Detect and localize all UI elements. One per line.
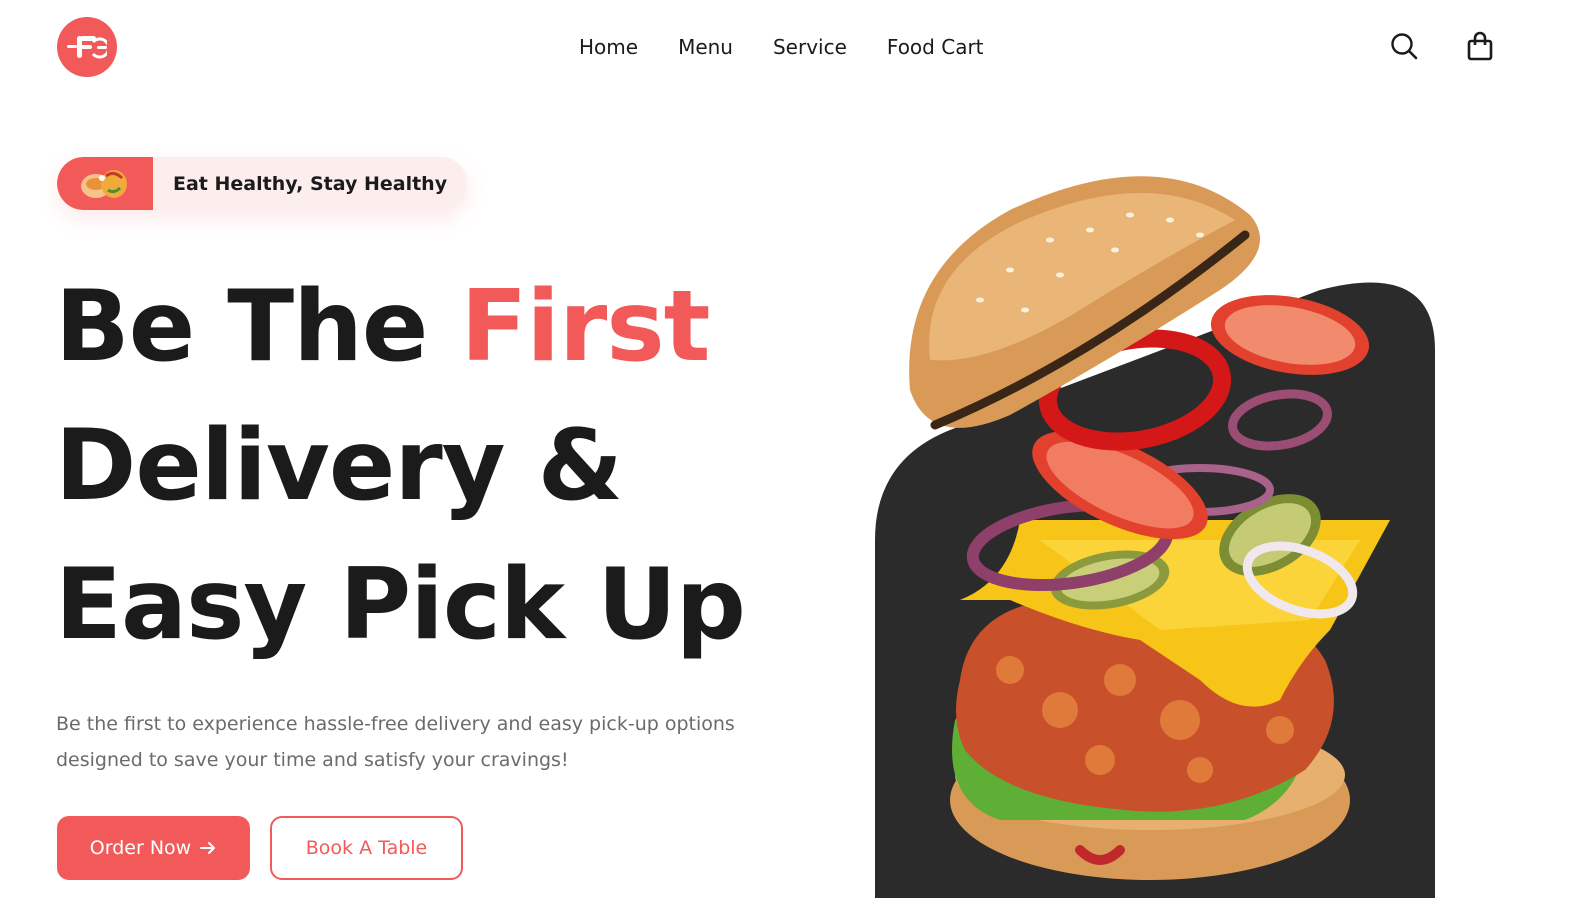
arrow-right-icon	[200, 842, 216, 854]
headline-line-3: Easy Pick Up	[55, 548, 746, 662]
main-nav: Home Menu Service Food Cart	[579, 33, 984, 61]
food-thumbnail-icon	[81, 169, 127, 198]
headline-accent: First	[460, 270, 710, 384]
search-button[interactable]	[1389, 30, 1419, 62]
tagline-pill: Eat Healthy, Stay Healthy	[57, 157, 467, 210]
tagline-text: Eat Healthy, Stay Healthy	[173, 172, 448, 195]
burger-illustration	[875, 176, 1435, 898]
nav-home[interactable]: Home	[579, 33, 638, 61]
nav-food-cart[interactable]: Food Cart	[887, 33, 984, 61]
headline-line-2: Delivery &	[55, 409, 623, 523]
order-now-label: Order Now	[89, 837, 192, 859]
book-table-button[interactable]: Book A Table	[270, 816, 463, 880]
hero-headline: Be The First Delivery & Easy Pick Up	[55, 258, 815, 675]
fork-logo-icon	[67, 36, 107, 59]
hero-image	[860, 160, 1460, 898]
nav-service[interactable]: Service	[773, 33, 847, 61]
hero-description: Be the first to experience hassle-free d…	[56, 713, 735, 771]
order-now-button[interactable]: Order Now	[57, 816, 250, 880]
headline-line-1: Be The First	[55, 258, 815, 397]
tagline-thumbnail	[57, 157, 153, 210]
book-table-label: Book A Table	[305, 837, 428, 859]
search-icon	[1391, 33, 1418, 60]
nav-menu[interactable]: Menu	[678, 33, 733, 61]
brand-logo[interactable]	[57, 17, 117, 77]
shopping-bag-icon	[1467, 31, 1493, 61]
cart-button[interactable]	[1465, 30, 1495, 62]
headline-prefix: Be The	[55, 270, 461, 384]
